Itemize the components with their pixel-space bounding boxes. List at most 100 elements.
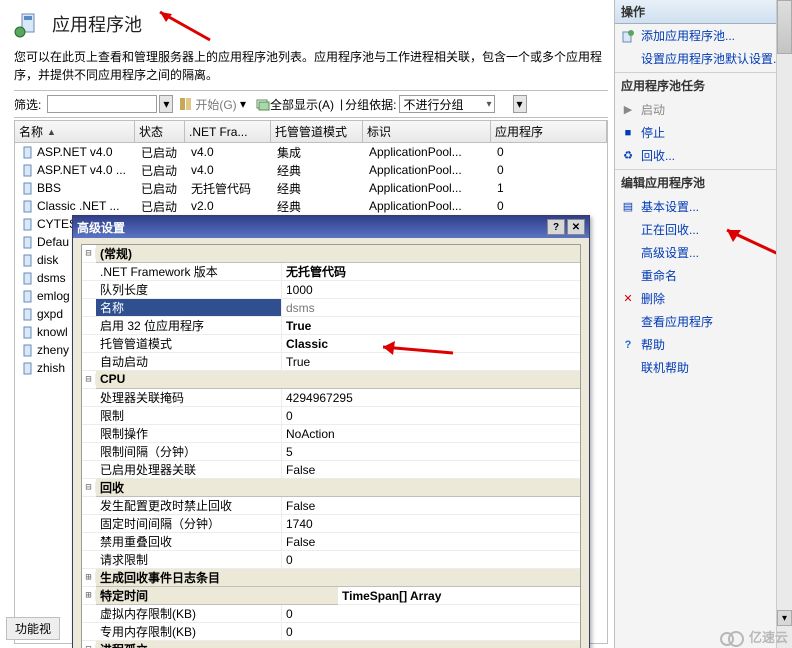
action-delete[interactable]: ✕ 删除 bbox=[615, 287, 792, 310]
prop-row[interactable]: 限制间隔（分钟）5 bbox=[82, 443, 580, 461]
prop-row[interactable]: 发生配置更改时禁止回收False bbox=[82, 497, 580, 515]
prop-category[interactable]: ⊟进程孤立 bbox=[82, 641, 580, 648]
main-pane: 应用程序池 您可以在此页上查看和管理服务器上的应用程序池列表。应用程序池与工作进… bbox=[0, 0, 614, 648]
sort-asc-icon: ▲ bbox=[47, 127, 56, 137]
prop-row[interactable]: 已启用处理器关联False bbox=[82, 461, 580, 479]
actions-title: 操作 bbox=[615, 0, 792, 24]
prop-row[interactable]: 虚拟内存限制(KB)0 bbox=[82, 605, 580, 623]
group-dropdown[interactable]: 不进行分组 bbox=[399, 95, 495, 113]
action-basic-settings[interactable]: ▤ 基本设置... bbox=[615, 195, 792, 218]
close-button[interactable]: ✕ bbox=[567, 219, 585, 235]
apppool-row-icon bbox=[21, 235, 35, 249]
go-icon bbox=[179, 97, 193, 111]
table-row[interactable]: ASP.NET v4.0 ...已启动v4.0经典ApplicationPool… bbox=[15, 161, 607, 179]
action-recycle[interactable]: ♻ 回收... bbox=[615, 144, 792, 167]
dialog-titlebar[interactable]: 高级设置 ? ✕ bbox=[73, 216, 589, 238]
col-name[interactable]: 名称▲ bbox=[15, 121, 135, 142]
prop-category[interactable]: ⊞生成回收事件日志条目 bbox=[82, 569, 580, 587]
page-title-row: 应用程序池 bbox=[14, 10, 608, 38]
apppool-row-icon bbox=[21, 361, 35, 375]
apppool-row-icon bbox=[21, 271, 35, 285]
action-stop[interactable]: ■ 停止 bbox=[615, 121, 792, 144]
table-row[interactable]: BBS已启动无托管代码经典ApplicationPool...1 bbox=[15, 179, 607, 197]
watermark-logo bbox=[720, 629, 746, 645]
view-picker[interactable]: ▾ bbox=[513, 95, 527, 113]
scrollbar-thumb[interactable] bbox=[777, 0, 792, 54]
table-header: 名称▲ 状态 .NET Fra... 托管管道模式 标识 应用程序 bbox=[15, 121, 607, 143]
prop-row[interactable]: 托管管道模式Classic bbox=[82, 335, 580, 353]
delete-icon: ✕ bbox=[621, 292, 635, 306]
go-button[interactable]: 开始(G) ▾ bbox=[175, 94, 250, 114]
play-icon: ▶ bbox=[621, 103, 635, 117]
help-button[interactable]: ? bbox=[547, 219, 565, 235]
action-online-help[interactable]: 联机帮助 bbox=[615, 356, 792, 379]
prop-row[interactable]: 处理器关联掩码4294967295 bbox=[82, 389, 580, 407]
prop-category[interactable]: ⊟(常规) bbox=[82, 245, 580, 263]
col-apps[interactable]: 应用程序 bbox=[491, 121, 607, 142]
add-icon bbox=[621, 29, 635, 43]
apppool-row-icon bbox=[21, 289, 35, 303]
apppool-row-icon bbox=[21, 217, 35, 231]
dialog-title: 高级设置 bbox=[77, 219, 125, 236]
prop-row[interactable]: 自动启动True bbox=[82, 353, 580, 371]
action-set-defaults[interactable]: 设置应用程序池默认设置... bbox=[615, 47, 792, 70]
prop-row[interactable]: .NET Framework 版本无托管代码 bbox=[82, 263, 580, 281]
collapse-icon[interactable]: ⊟ bbox=[82, 644, 96, 648]
prop-row[interactable]: 限制0 bbox=[82, 407, 580, 425]
col-pipe[interactable]: 托管管道模式 bbox=[271, 121, 363, 142]
sep: | bbox=[340, 97, 343, 111]
prop-row[interactable]: 固定时间间隔（分钟）1740 bbox=[82, 515, 580, 533]
group-label: 分组依据: bbox=[345, 96, 396, 113]
prop-category[interactable]: ⊟回收 bbox=[82, 479, 580, 497]
prop-row[interactable]: 名称dsms bbox=[82, 299, 580, 317]
col-net[interactable]: .NET Fra... bbox=[185, 121, 271, 142]
features-view-tab[interactable]: 功能视 bbox=[6, 617, 60, 640]
col-ident[interactable]: 标识 bbox=[363, 121, 491, 142]
filter-input[interactable] bbox=[47, 95, 157, 113]
property-grid[interactable]: ⊟(常规).NET Framework 版本无托管代码队列长度1000名称dsm… bbox=[81, 244, 581, 648]
actions-scrollbar[interactable]: ▾ bbox=[776, 0, 792, 648]
action-recycling[interactable]: 正在回收... bbox=[615, 218, 792, 241]
action-view-apps[interactable]: 查看应用程序 bbox=[615, 310, 792, 333]
action-start: ▶ 启动 bbox=[615, 98, 792, 121]
collapse-icon[interactable]: ⊟ bbox=[82, 248, 96, 259]
showall-button[interactable]: 全部显示(A) bbox=[252, 94, 338, 114]
apppool-row-icon bbox=[21, 163, 35, 177]
apppool-row-icon bbox=[21, 325, 35, 339]
table-row[interactable]: ASP.NET v4.0已启动v4.0集成ApplicationPool...0 bbox=[15, 143, 607, 161]
expand-icon[interactable]: ⊞ bbox=[82, 590, 96, 601]
prop-row[interactable]: 队列长度1000 bbox=[82, 281, 580, 299]
stop-icon: ■ bbox=[621, 126, 635, 140]
help-icon: ? bbox=[621, 338, 635, 352]
prop-row[interactable]: 禁用重叠回收False bbox=[82, 533, 580, 551]
scrollbar-down[interactable]: ▾ bbox=[777, 610, 792, 626]
gear-icon bbox=[621, 52, 635, 66]
collapse-icon[interactable]: ⊟ bbox=[82, 374, 96, 385]
advanced-settings-dialog: 高级设置 ? ✕ ⊟(常规).NET Framework 版本无托管代码队列长度… bbox=[72, 215, 590, 648]
prop-row[interactable]: 限制操作NoAction bbox=[82, 425, 580, 443]
collapse-icon[interactable]: ⊟ bbox=[82, 482, 96, 493]
prop-row[interactable]: 专用内存限制(KB)0 bbox=[82, 623, 580, 641]
action-rename[interactable]: 重命名 bbox=[615, 264, 792, 287]
prop-category[interactable]: ⊟CPU bbox=[82, 371, 580, 389]
prop-row[interactable]: 启用 32 位应用程序True bbox=[82, 317, 580, 335]
action-add-apppool[interactable]: 添加应用程序池... bbox=[615, 24, 792, 47]
action-help[interactable]: ? 帮助 bbox=[615, 333, 792, 356]
doc-icon: ▤ bbox=[621, 200, 635, 214]
filter-toolbar: 筛选: ▾ 开始(G) ▾ 全部显示(A) | 分组依据: 不进行分组 ▾ bbox=[14, 90, 608, 118]
apppool-row-icon bbox=[21, 343, 35, 357]
prop-row[interactable]: 请求限制0 bbox=[82, 551, 580, 569]
prop-category[interactable]: ⊞特定时间TimeSpan[] Array bbox=[82, 587, 580, 605]
filter-dropdown[interactable]: ▾ bbox=[159, 95, 173, 113]
page-description: 您可以在此页上查看和管理服务器上的应用程序池列表。应用程序池与工作进程相关联，包… bbox=[14, 48, 608, 84]
apppool-row-icon bbox=[21, 253, 35, 267]
recycle-icon: ♻ bbox=[621, 149, 635, 163]
filter-label: 筛选: bbox=[14, 96, 41, 113]
action-advanced-settings[interactable]: 高级设置... bbox=[615, 241, 792, 264]
watermark: 亿速云 bbox=[720, 627, 788, 646]
col-state[interactable]: 状态 bbox=[135, 121, 185, 142]
table-row[interactable]: Classic .NET ...已启动v2.0经典ApplicationPool… bbox=[15, 197, 607, 215]
apppool-row-icon bbox=[21, 181, 35, 195]
actions-panel: 操作 添加应用程序池... 设置应用程序池默认设置... 应用程序池任务 ▶ 启… bbox=[614, 0, 792, 648]
expand-icon[interactable]: ⊞ bbox=[82, 572, 96, 583]
